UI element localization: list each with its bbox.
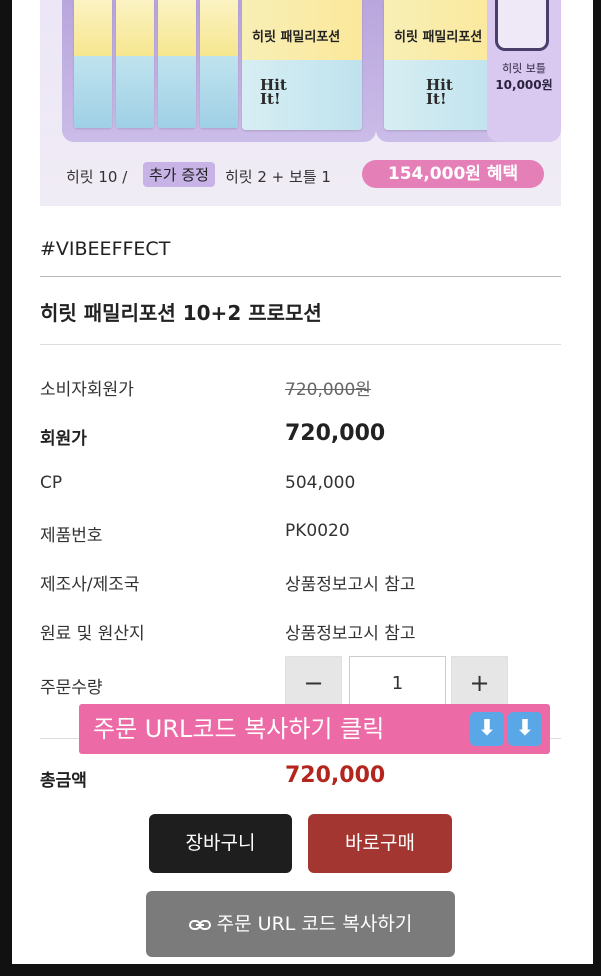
banner-tag: 추가 증정	[143, 162, 215, 187]
banner-line-text-1: 히릿 10 /	[66, 168, 128, 186]
member-price-label: 회원가	[40, 429, 87, 449]
total-label: 총금액	[40, 771, 87, 791]
consumer-price: 720,000원	[285, 380, 371, 400]
bottle-icon	[495, 0, 549, 51]
link-icon	[188, 919, 211, 930]
product-tray: 히릿 패밀리포션 Hit It!	[62, 0, 376, 142]
copy-url-promo-overlay: 주문 URL코드 복사하기 클릭 ⬇ ⬇	[79, 704, 550, 754]
cp-label: CP	[40, 473, 63, 493]
banner-line-text-2: 히릿 2 + 보틀 1	[225, 168, 331, 186]
product-no-label: 제품번호	[40, 526, 103, 546]
total-price: 720,000	[285, 763, 386, 788]
origin-value: 상품정보고시 참고	[285, 624, 416, 644]
hit-it-logo-2: Hit It!	[426, 76, 453, 108]
add-to-cart-button[interactable]: 장바구니	[149, 814, 292, 873]
product-banner-image: 히릿 패밀리포션 Hit It! 히릿 패밀리포션 Hit It! 히릿 보틀 10…	[40, 0, 561, 206]
brand-hashtag[interactable]: #VIBEEFFECT	[40, 238, 170, 260]
product-page: 히릿 패밀리포션 Hit It! 히릿 패밀리포션 Hit It! 히릿 보틀 10…	[12, 0, 593, 964]
copy-order-url-button[interactable]: 주문 URL 코드 복사하기	[146, 891, 455, 957]
product-box	[200, 0, 238, 128]
bottle-card: 히릿 보틀 10,000원	[487, 0, 561, 142]
promo-text: 주문 URL코드 복사하기 클릭	[93, 715, 385, 743]
banner-product-name-2: 히릿 패밀리포션	[394, 30, 483, 45]
buy-now-button[interactable]: 바로구매	[308, 814, 452, 873]
product-no: PK0020	[285, 521, 350, 541]
cp-value: 504,000	[285, 473, 356, 493]
product-box	[116, 0, 154, 128]
benefit-badge: 154,000원 혜택	[362, 160, 544, 188]
divider	[40, 344, 561, 345]
banner-promo-line: 히릿 10 / 추가 증정 히릿 2 + 보틀 1 154,000원 혜택	[40, 160, 561, 190]
origin-label: 원료 및 원산지	[40, 624, 145, 644]
product-box	[74, 0, 112, 128]
product-title: 히릿 패밀리포션 10+2 프로모션	[40, 301, 322, 325]
copy-order-url-label: 주문 URL 코드 복사하기	[216, 913, 413, 935]
product-box-front: 히릿 패밀리포션 Hit It!	[242, 0, 362, 130]
maker-value: 상품정보고시 참고	[285, 575, 416, 595]
down-arrow-icon: ⬇	[470, 712, 504, 746]
bottle-title: 히릿 보틀	[502, 62, 546, 75]
divider	[40, 276, 561, 277]
consumer-price-label: 소비자회원가	[40, 380, 134, 400]
quantity-label: 주문수량	[40, 678, 103, 698]
product-box-front-2: 히릿 패밀리포션 Hit It!	[384, 0, 504, 130]
banner-product-name: 히릿 패밀리포션	[252, 30, 341, 45]
product-box	[158, 0, 196, 128]
member-price: 720,000	[285, 421, 386, 446]
bottle-price: 10,000원	[495, 78, 553, 92]
down-arrow-icon: ⬇	[508, 712, 542, 746]
hit-it-logo: Hit It!	[260, 76, 287, 108]
maker-label: 제조사/제조국	[40, 575, 140, 595]
